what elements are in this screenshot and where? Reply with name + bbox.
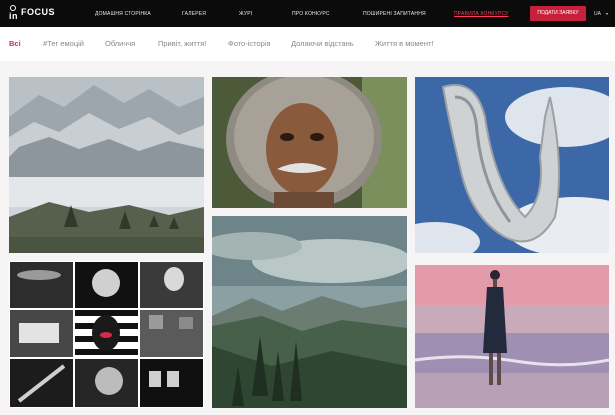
filter-overcoming-distance[interactable]: Долаючи відстань	[291, 39, 354, 48]
filter-all[interactable]: Всі	[9, 39, 21, 48]
nav-about[interactable]: ПРО КОНКУРС	[292, 11, 330, 17]
nav-gallery[interactable]: ГАЛЕРЕЯ	[182, 11, 206, 17]
category-filter-bar: Всі #Тег емоцій Обличчя Привіт, життя! Ф…	[0, 27, 615, 61]
top-navigation-bar: in FOCUS ДОМАШНЯ СТОРІНКА ГАЛЕРЕЯ ЖУРІ П…	[0, 0, 615, 27]
gallery-photo-sculpture[interactable]	[415, 77, 609, 253]
site-logo[interactable]: in FOCUS	[6, 5, 62, 23]
gallery-photo-beach[interactable]	[415, 265, 609, 408]
logo-in-text: in	[9, 11, 18, 21]
gallery-photo-collage[interactable]	[9, 261, 204, 408]
gallery-photo-valley[interactable]	[212, 216, 407, 408]
filter-face[interactable]: Обличчя	[105, 39, 135, 48]
gallery-photo-mountains[interactable]	[9, 77, 204, 253]
gallery-photo-portrait[interactable]	[212, 77, 407, 208]
filter-photo-story[interactable]: Фото-історія	[228, 39, 271, 48]
language-selector[interactable]: UA	[594, 11, 601, 17]
nav-home[interactable]: ДОМАШНЯ СТОРІНКА	[95, 11, 151, 17]
nav-faq[interactable]: ПОШИРЕНІ ЗАПИТАННЯ	[363, 11, 426, 17]
filter-emotion-tag[interactable]: #Тег емоцій	[43, 39, 84, 48]
filter-hello-life[interactable]: Привіт, життя!	[158, 39, 206, 48]
filter-life-in-moment[interactable]: Життя в момент!	[375, 39, 434, 48]
nav-jury[interactable]: ЖУРІ	[239, 11, 252, 17]
nav-rules[interactable]: ПРАВИЛА КОНКУРСУ	[454, 11, 508, 17]
submit-application-button[interactable]: ПОДАТИ ЗАЯВКУ	[530, 6, 586, 21]
chevron-down-icon[interactable]: ▾	[606, 11, 608, 16]
logo-focus-text: FOCUS	[21, 7, 55, 17]
